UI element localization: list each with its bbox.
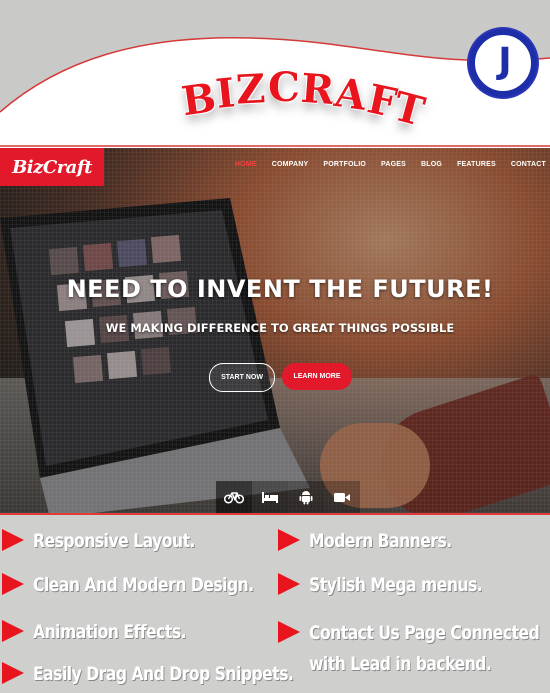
feature-item: Animation Effects. [2,617,220,648]
learn-more-button[interactable]: LEARN MORE [282,363,352,390]
feature-item: Clean And Modern Design. [2,570,302,601]
red-arrow-icon [278,573,300,595]
nav-item-blog[interactable]: BLOG [421,161,442,168]
android-icon [299,491,313,505]
site-logo-text: BizCraft [12,156,92,178]
red-arrow-icon [2,662,24,684]
nav-item-contact[interactable]: CONTACT [511,161,546,168]
tab-video[interactable] [324,481,360,513]
nav-item-company[interactable]: COMPANY [272,161,309,168]
logo-badge: J [469,29,537,97]
feature-list: Responsive Layout. Clean And Modern Desi… [0,515,550,693]
nav-item-pages[interactable]: PAGES [381,161,406,168]
feature-item: Stylish Mega menus. [278,570,520,601]
feature-text: Responsive Layout. [33,530,195,552]
logo-letter: J [498,41,512,82]
red-arrow-icon [278,529,300,551]
feature-text: Contact Us Page Connected with Lead in b… [309,622,540,675]
hero-subtitle: WE MAKING DIFFERENCE TO GREAT THINGS POS… [105,321,455,335]
tab-android[interactable] [288,481,324,513]
feature-text: Modern Banners. [309,530,452,552]
bed-icon [262,492,278,503]
start-now-button[interactable]: START NOW [209,363,275,392]
title-letter: Z [234,65,269,114]
nav-item-portfolio[interactable]: PORTFOLIO [323,161,366,168]
feature-text: Easily Drag And Drop Snippets. [33,663,294,685]
hero-tab-bar [216,481,360,513]
feature-text: Stylish Mega menus. [309,574,483,596]
feature-item: Responsive Layout. [2,526,231,557]
nav-menu: HOME COMPANY PORTFOLIO PAGES BLOG FEATUR… [235,161,546,168]
feature-text: Clean And Modern Design. [33,574,254,596]
red-arrow-icon [2,573,24,595]
red-arrow-icon [278,621,300,643]
promo-banner: B I Z C R A F T J [0,0,550,148]
title-letter: C [268,64,302,111]
red-arrow-icon [2,529,24,551]
nav-item-features[interactable]: FEATURES [457,161,496,168]
feature-text: Animation Effects. [33,621,187,643]
hero-preview: BizCraft HOME COMPANY PORTFOLIO PAGES BL… [0,148,550,515]
tab-bicycle[interactable] [216,481,252,513]
red-arrow-icon [2,620,24,642]
tab-bed[interactable] [252,481,288,513]
banner-title: B I Z C R A F T [150,62,450,136]
video-camera-icon [334,493,350,502]
hero-title: NEED TO INVENT THE FUTURE! [66,275,494,303]
feature-item: Modern Banners. [278,526,483,557]
bicycle-icon [224,492,244,504]
feature-item: Contact Us Page Connected with Lead in b… [278,618,550,680]
site-logo[interactable]: BizCraft [0,148,104,186]
nav-item-home[interactable]: HOME [235,161,257,168]
site-navbar: BizCraft HOME COMPANY PORTFOLIO PAGES BL… [0,148,550,186]
